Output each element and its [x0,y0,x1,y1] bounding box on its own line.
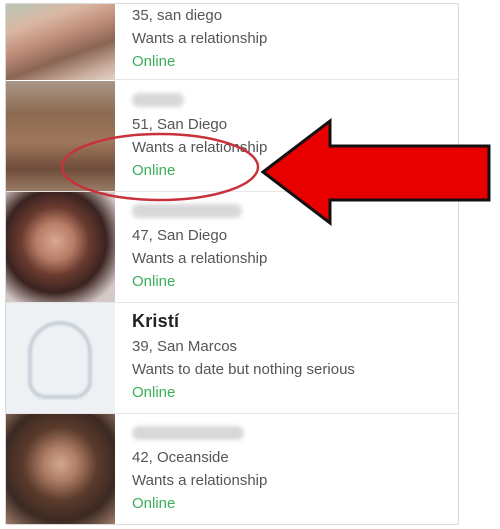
profile-age-location: 47, San Diego [132,227,228,244]
avatar[interactable] [6,303,115,413]
profile-list: 35, san diego Wants a relationship Onlin… [5,3,459,525]
online-status: Online [132,384,176,401]
profile-name[interactable] [132,93,184,107]
profile-intent: Wants to date but nothing serious [132,361,355,378]
list-item[interactable]: 35, san diego Wants a relationship Onlin… [6,4,458,80]
online-status: Online [132,495,176,512]
avatar[interactable] [6,192,115,302]
list-item[interactable]: 42, Oceanside Wants a relationship Onlin… [6,414,458,524]
profile-age-location: 51, San Diego [132,116,228,133]
profile-age-location: 42, Oceanside [132,449,229,466]
online-status: Online [132,53,176,70]
profile-intent: Wants a relationship [132,139,268,156]
avatar[interactable] [6,4,115,80]
profile-name[interactable]: Kristí [132,311,179,333]
profile-age-location: 39, San Marcos [132,338,238,355]
profile-name[interactable] [132,426,244,440]
profile-intent: Wants a relationship [132,30,268,47]
avatar[interactable] [6,414,115,524]
profile-intent: Wants a relationship [132,472,268,489]
online-status: Online [132,273,176,290]
avatar[interactable] [6,81,115,191]
list-item[interactable]: Kristí 39, San Marcos Wants to date but … [6,303,458,414]
profile-intent: Wants a relationship [132,250,268,267]
profile-age-location: 35, san diego [132,7,223,24]
list-item[interactable]: 51, San Diego Wants a relationship Onlin… [6,81,458,192]
online-status: Online [132,162,176,179]
default-avatar-icon [28,321,92,399]
list-item[interactable]: 47, San Diego Wants a relationship Onlin… [6,192,458,303]
profile-name[interactable] [132,204,242,218]
